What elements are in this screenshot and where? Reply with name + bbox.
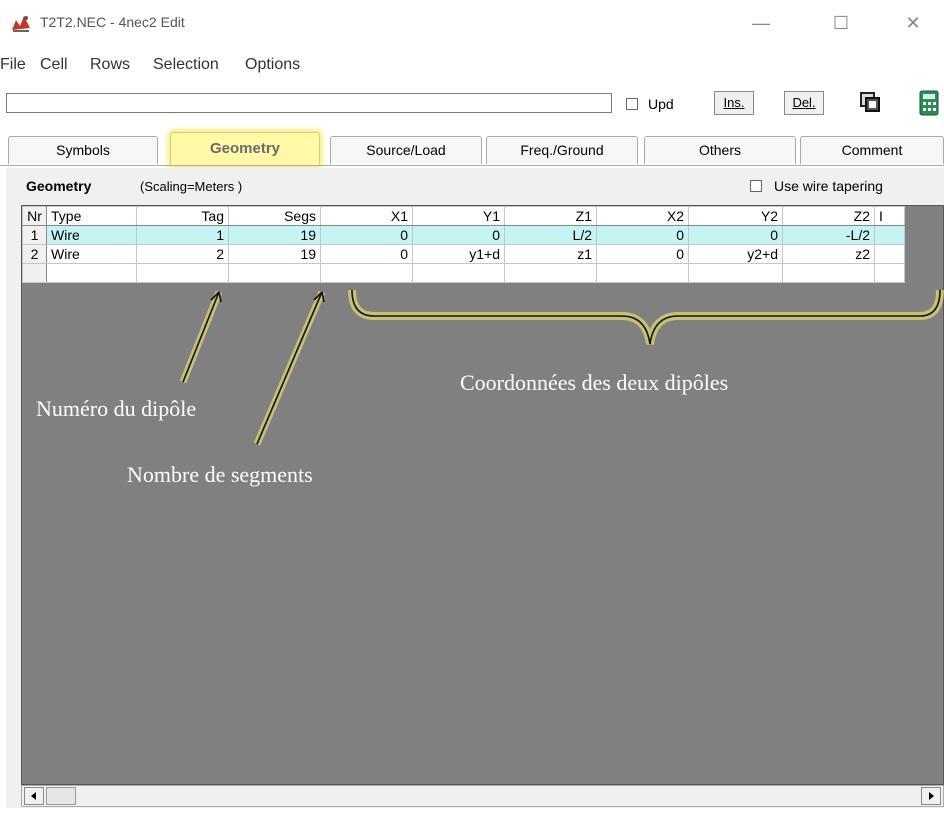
cell-nr[interactable]: 2 — [22, 244, 47, 264]
minimize-button[interactable]: — — [738, 8, 784, 38]
cell-type[interactable]: Wire — [46, 225, 137, 245]
cell-i[interactable] — [874, 244, 905, 264]
cell-y1[interactable]: 0 — [412, 225, 505, 245]
cell-x2[interactable] — [596, 263, 689, 283]
scaling-label: (Scaling=Meters ) — [140, 179, 243, 194]
tab-comment[interactable]: Comment — [800, 136, 944, 164]
annotation-dipole-number: Numéro du dipôle — [36, 396, 197, 421]
cell-y2[interactable]: 0 — [688, 225, 783, 245]
cell-tag[interactable] — [136, 263, 229, 283]
cell-z1[interactable]: L/2 — [504, 225, 597, 245]
wire-tapering-checkbox[interactable] — [750, 180, 762, 192]
arrow-left-icon — [31, 792, 36, 800]
cell-tag[interactable]: 1 — [136, 225, 229, 245]
tab-others[interactable]: Others — [644, 136, 796, 164]
col-header-nr[interactable]: Nr — [22, 206, 47, 226]
grid-header-row: Nr Type Tag Segs X1 Y1 Z1 X2 Y2 Z2 I — [22, 206, 905, 226]
cell-z1[interactable] — [504, 263, 597, 283]
menu-options[interactable]: Options — [245, 56, 300, 74]
cell-segs[interactable]: 19 — [228, 244, 321, 264]
table-row[interactable]: 1 Wire 1 19 0 0 L/2 0 0 -L/2 — [22, 225, 905, 245]
calculator-icon[interactable] — [918, 90, 940, 116]
menu-selection[interactable]: Selection — [153, 56, 219, 74]
tab-bar: Symbols Geometry Source/Load Freq./Groun… — [0, 132, 944, 166]
cell-z1[interactable]: z1 — [504, 244, 597, 264]
cell-type[interactable]: Wire — [46, 244, 137, 264]
cell-z2[interactable]: z2 — [782, 244, 875, 264]
col-header-i[interactable]: I — [874, 206, 905, 226]
cell-x1[interactable] — [320, 263, 413, 283]
window-title: T2T2.NEC - 4nec2 Edit — [40, 14, 185, 30]
title-bar: T2T2.NEC - 4nec2 Edit — ☐ ✕ — [0, 0, 944, 44]
cell-y2[interactable] — [688, 263, 783, 283]
arrow-right-icon — [929, 792, 934, 800]
annotation-segments: Nombre de segments — [127, 462, 313, 487]
annotation-coordinates: Coordonnées des deux dipôles — [460, 370, 729, 395]
scroll-thumb[interactable] — [46, 787, 76, 805]
cell-y1[interactable] — [412, 263, 505, 283]
menu-cell[interactable]: Cell — [40, 56, 68, 74]
insert-button[interactable]: Ins. — [714, 91, 754, 115]
col-header-z1[interactable]: Z1 — [504, 206, 597, 226]
tab-divider — [0, 165, 944, 166]
cell-y2[interactable]: y2+d — [688, 244, 783, 264]
cell-type[interactable] — [46, 263, 137, 283]
tab-freq-ground[interactable]: Freq./Ground — [486, 136, 638, 164]
toolbar: Upd Ins. Del. — [0, 88, 944, 122]
copy-icon[interactable] — [860, 92, 880, 112]
horizontal-scrollbar[interactable] — [21, 785, 944, 807]
close-button[interactable]: ✕ — [890, 8, 936, 38]
cell-edit-input[interactable] — [6, 93, 612, 113]
maximize-button[interactable]: ☐ — [818, 8, 864, 38]
cell-segs[interactable]: 19 — [228, 225, 321, 245]
cell-z2[interactable]: -L/2 — [782, 225, 875, 245]
panel-title: Geometry — [26, 178, 92, 194]
table-row[interactable] — [22, 263, 905, 283]
scroll-left-button[interactable] — [24, 787, 44, 805]
cell-i[interactable] — [874, 263, 905, 283]
col-header-y2[interactable]: Y2 — [688, 206, 783, 226]
upd-label: Upd — [648, 96, 674, 112]
menu-rows[interactable]: Rows — [90, 56, 130, 74]
wire-tapering-label: Use wire tapering — [774, 178, 883, 194]
cell-x2[interactable]: 0 — [596, 225, 689, 245]
cell-segs[interactable] — [228, 263, 321, 283]
col-header-x1[interactable]: X1 — [320, 206, 413, 226]
grid-area — [21, 205, 944, 785]
col-header-segs[interactable]: Segs — [228, 206, 321, 226]
tab-symbols[interactable]: Symbols — [8, 136, 158, 164]
geometry-grid: Nr Type Tag Segs X1 Y1 Z1 X2 Y2 Z2 I 1 W… — [22, 206, 905, 283]
cell-x1[interactable]: 0 — [320, 244, 413, 264]
app-icon — [12, 16, 30, 32]
cell-i[interactable] — [874, 225, 905, 245]
tab-geometry[interactable]: Geometry — [170, 132, 320, 166]
col-header-tag[interactable]: Tag — [136, 206, 229, 226]
cell-nr[interactable]: 1 — [22, 225, 47, 245]
menu-file[interactable]: File — [0, 56, 26, 74]
col-header-x2[interactable]: X2 — [596, 206, 689, 226]
col-header-y1[interactable]: Y1 — [412, 206, 505, 226]
tab-source-load[interactable]: Source/Load — [330, 136, 482, 164]
cell-nr[interactable] — [22, 263, 47, 283]
cell-x2[interactable]: 0 — [596, 244, 689, 264]
cell-tag[interactable]: 2 — [136, 244, 229, 264]
delete-button[interactable]: Del. — [784, 91, 824, 115]
cell-x1[interactable]: 0 — [320, 225, 413, 245]
upd-checkbox[interactable] — [626, 98, 638, 110]
col-header-z2[interactable]: Z2 — [782, 206, 875, 226]
cell-y1[interactable]: y1+d — [412, 244, 505, 264]
scroll-right-button[interactable] — [921, 787, 941, 805]
cell-z2[interactable] — [782, 263, 875, 283]
table-row[interactable]: 2 Wire 2 19 0 y1+d z1 0 y2+d z2 — [22, 244, 905, 264]
col-header-type[interactable]: Type — [46, 206, 137, 226]
